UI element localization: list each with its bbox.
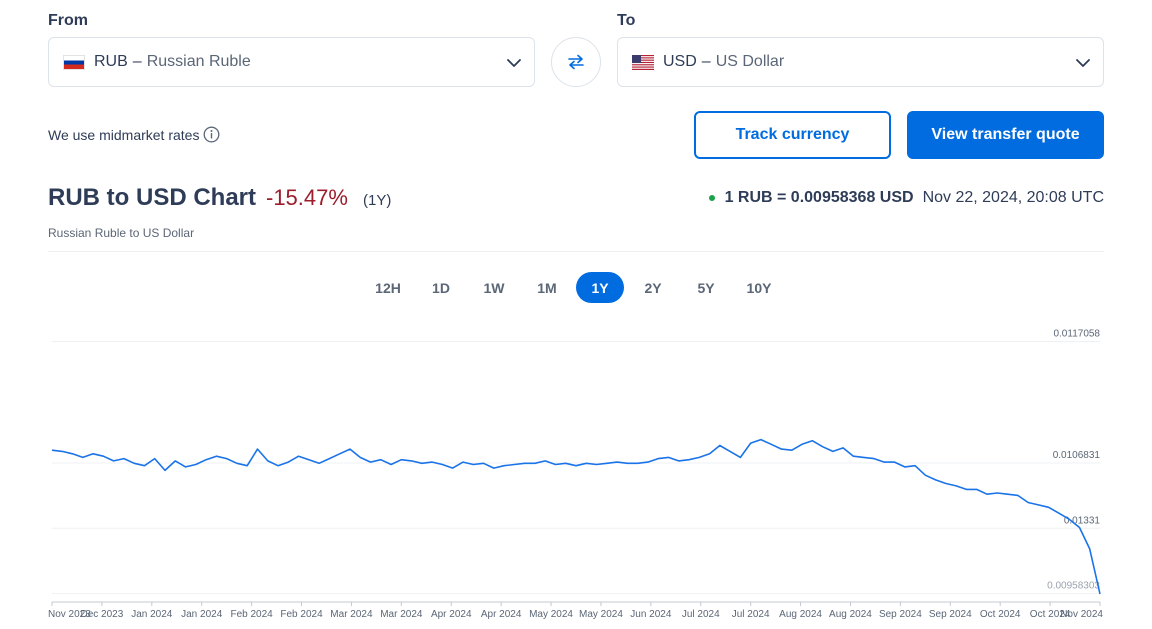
period-12h[interactable]: 12H	[364, 272, 412, 303]
live-dot-icon	[708, 195, 715, 201]
chevron-down-icon	[507, 59, 521, 67]
x-tick-label: May 2024	[579, 609, 623, 620]
period-10y[interactable]: 10Y	[735, 272, 783, 303]
to-label: To	[617, 12, 636, 29]
y-tick-label: 0.00958303	[1047, 581, 1100, 592]
y-tick-label: 0.0117058	[1053, 328, 1100, 339]
to-currency-select[interactable]: USD – US Dollar	[617, 37, 1104, 87]
x-tick-label: Apr 2024	[481, 609, 522, 620]
y-tick-label: 0.0106831	[1053, 450, 1101, 461]
x-tick-label: Feb 2024	[280, 609, 323, 620]
rate-timestamp: Nov 22, 2024, 20:08 UTC	[922, 189, 1104, 206]
divider	[48, 251, 1104, 252]
track-currency-button[interactable]: Track currency	[694, 111, 891, 159]
period-2y[interactable]: 2Y	[629, 272, 677, 303]
x-tick-label: Jan 2024	[131, 609, 173, 620]
from-name: Russian Ruble	[146, 53, 251, 70]
chart-title: RUB to USD Chart	[48, 184, 256, 211]
chart-subtitle: Russian Ruble to US Dollar	[48, 226, 195, 240]
x-tick-label: Sep 2024	[879, 609, 922, 620]
x-tick-label: Apr 2024	[431, 609, 472, 620]
from-code: RUB	[94, 53, 128, 70]
x-tick-label: Nov 2024	[1060, 609, 1103, 620]
change-period: (1Y)	[363, 192, 392, 209]
y-tick-label: 0.01331	[1064, 515, 1101, 526]
x-tick-label: Jul 2024	[732, 609, 770, 620]
x-tick-label: May 2024	[529, 609, 573, 620]
view-transfer-quote-button[interactable]: View transfer quote	[907, 111, 1104, 159]
rate-chart: 0.0117058 0.0106831 0.01331 0.00958303 Nov 2…	[48, 328, 1103, 620]
x-tick-label: Mar 2024	[380, 609, 423, 620]
period-5y[interactable]: 5Y	[682, 272, 730, 303]
x-tick-label: Oct 2024	[980, 609, 1021, 620]
x-tick-label: Aug 2024	[779, 609, 822, 620]
swap-currencies-button[interactable]	[551, 37, 601, 87]
from-currency-select[interactable]: RUB – Russian Ruble	[48, 37, 535, 87]
swap-arrows-icon	[568, 54, 584, 70]
percent-change: -15.47%	[266, 185, 348, 210]
to-name: US Dollar	[715, 53, 785, 70]
x-tick-label: Feb 2024	[230, 609, 273, 620]
info-icon[interactable]	[203, 126, 220, 143]
x-tick-label: Dec 2023	[80, 609, 123, 620]
period-1d[interactable]: 1D	[417, 272, 465, 303]
midmarket-text: We use midmarket rates	[48, 126, 200, 143]
period-selector: 12H 1D 1W 1M 1Y 2Y 5Y 10Y	[364, 272, 788, 303]
period-1y[interactable]: 1Y	[576, 272, 624, 303]
rate-value: 1 RUB = 0.00958368 USD	[724, 189, 914, 206]
chevron-down-icon	[1076, 59, 1090, 67]
x-tick-label: Jan 2024	[181, 609, 223, 620]
russia-flag-icon	[63, 54, 85, 70]
x-tick-label: Aug 2024	[829, 609, 872, 620]
from-label: From	[48, 12, 88, 29]
period-1w[interactable]: 1W	[470, 272, 518, 303]
x-tick-label: Sep 2024	[929, 609, 972, 620]
period-1m[interactable]: 1M	[523, 272, 571, 303]
current-rate: 1 RUB = 0.00958368 USD Nov 22, 2024, 20:…	[708, 189, 1104, 207]
x-tick-label: Jul 2024	[682, 609, 720, 620]
us-flag-icon	[632, 54, 654, 70]
midmarket-note: We use midmarket rates	[48, 126, 220, 143]
x-tick-label: Jun 2024	[630, 609, 672, 620]
to-dash: –	[701, 53, 711, 70]
x-tick-label: Mar 2024	[330, 609, 373, 620]
from-dash: –	[132, 53, 142, 70]
to-code: USD	[663, 53, 697, 70]
